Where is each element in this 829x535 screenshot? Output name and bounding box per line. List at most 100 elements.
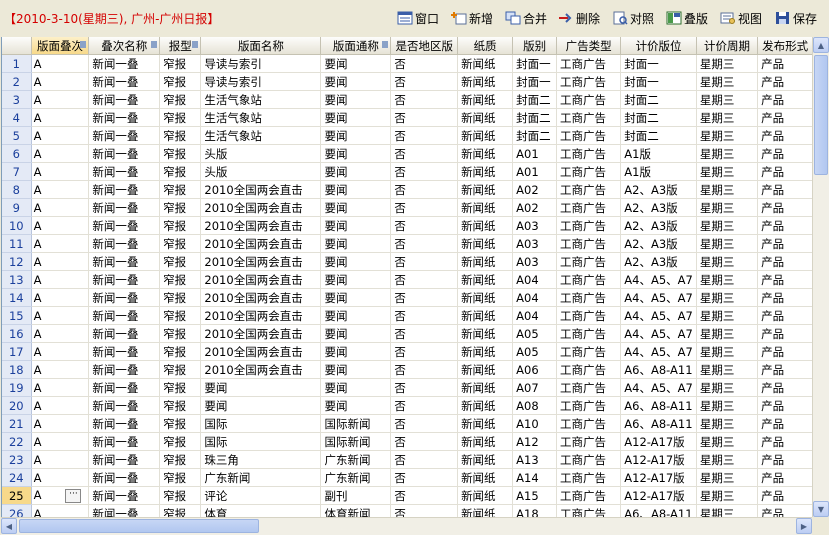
table-cell[interactable]: A: [31, 468, 90, 487]
table-cell[interactable]: 生活气象站: [200, 126, 322, 145]
table-cell[interactable]: 星期三: [696, 396, 759, 415]
table-cell[interactable]: 新闻纸: [457, 378, 514, 397]
table-cell[interactable]: 封面二: [620, 90, 697, 109]
column-header[interactable]: 报型: [159, 37, 202, 55]
table-cell[interactable]: 新闻一叠: [88, 162, 161, 181]
table-cell[interactable]: 2010全国两会直击: [200, 234, 322, 253]
save-button[interactable]: 保存: [775, 9, 817, 27]
table-cell[interactable]: A6、A8-A11: [620, 360, 697, 379]
table-cell[interactable]: 新闻一叠: [88, 90, 161, 109]
table-cell[interactable]: A2、A3版: [620, 216, 697, 235]
table-cell[interactable]: 要闻: [320, 126, 392, 145]
table-cell[interactable]: 2010全国两会直击: [200, 306, 322, 325]
table-cell[interactable]: 产品: [757, 450, 813, 469]
table-cell[interactable]: 星期三: [696, 234, 759, 253]
table-cell[interactable]: A: [31, 360, 90, 379]
table-cell[interactable]: 新闻一叠: [88, 216, 161, 235]
table-cell[interactable]: 新闻纸: [457, 162, 514, 181]
table-cell[interactable]: 2010全国两会直击: [200, 180, 322, 199]
table-cell[interactable]: A: [31, 126, 90, 145]
table-cell[interactable]: 窄报: [159, 378, 202, 397]
row-number[interactable]: 4: [2, 108, 32, 127]
table-cell[interactable]: A2、A3版: [620, 234, 697, 253]
table-cell[interactable]: A04: [512, 270, 558, 289]
table-cell[interactable]: 导读与索引: [200, 72, 322, 91]
table-cell[interactable]: 要闻: [320, 72, 392, 91]
table-cell[interactable]: 星期三: [696, 162, 759, 181]
table-cell[interactable]: 珠三角: [200, 450, 322, 469]
table-cell[interactable]: 封面二: [512, 90, 558, 109]
table-cell[interactable]: 新闻纸: [457, 468, 514, 487]
table-cell[interactable]: 要闻: [200, 396, 322, 415]
table-cell[interactable]: 体育: [200, 504, 322, 517]
row-number[interactable]: 25: [2, 486, 32, 505]
row-number[interactable]: 18: [2, 360, 32, 379]
row-number[interactable]: 24: [2, 468, 32, 487]
row-number[interactable]: 26: [2, 504, 32, 517]
table-cell[interactable]: 否: [390, 450, 459, 469]
table-cell[interactable]: A03: [512, 252, 558, 271]
table-cell[interactable]: 要闻: [320, 144, 392, 163]
table-cell[interactable]: A4、A5、A7: [620, 324, 697, 343]
table-cell[interactable]: A03: [512, 234, 558, 253]
table-cell[interactable]: 要闻: [320, 54, 392, 73]
table-cell[interactable]: 新闻一叠: [88, 396, 161, 415]
table-cell[interactable]: 工商广告: [556, 90, 622, 109]
table-cell[interactable]: 新闻纸: [457, 306, 514, 325]
table-cell[interactable]: A6、A8-A11: [620, 504, 697, 517]
table-cell[interactable]: A08: [512, 396, 558, 415]
table-cell[interactable]: A02: [512, 180, 558, 199]
table-cell[interactable]: 新闻一叠: [88, 324, 161, 343]
table-cell[interactable]: 窄报: [159, 126, 202, 145]
table-cell[interactable]: 工商广告: [556, 180, 622, 199]
table-cell[interactable]: 头版: [200, 144, 322, 163]
table-cell[interactable]: 星期三: [696, 144, 759, 163]
table-cell[interactable]: A: [31, 288, 90, 307]
table-cell[interactable]: A: [31, 108, 90, 127]
table-cell[interactable]: A: [31, 324, 90, 343]
table-cell[interactable]: A04: [512, 306, 558, 325]
table-row[interactable]: 18 A 新闻一叠 窄报 2010全国两会直击 要闻 否 新闻纸 A06 工商广告 A6、A8-A1…: [2, 360, 813, 379]
table-cell[interactable]: 要闻: [320, 270, 392, 289]
table-cell[interactable]: 新闻一叠: [88, 144, 161, 163]
table-cell[interactable]: 否: [390, 162, 459, 181]
table-cell[interactable]: 新闻一叠: [88, 108, 161, 127]
table-cell[interactable]: 产品: [757, 288, 813, 307]
table-cell[interactable]: 产品: [757, 126, 813, 145]
table-cell[interactable]: 新闻纸: [457, 324, 514, 343]
table-cell[interactable]: 产品: [757, 486, 813, 505]
row-number[interactable]: 12: [2, 252, 32, 271]
table-cell[interactable]: 否: [390, 306, 459, 325]
table-cell[interactable]: 窄报: [159, 414, 202, 433]
table-cell[interactable]: 产品: [757, 270, 813, 289]
table-cell[interactable]: 星期三: [696, 486, 759, 505]
table-cell[interactable]: 产品: [757, 324, 813, 343]
table-cell[interactable]: 产品: [757, 306, 813, 325]
table-cell[interactable]: 工商广告: [556, 468, 622, 487]
row-number[interactable]: 22: [2, 432, 32, 451]
table-cell[interactable]: 工商广告: [556, 234, 622, 253]
column-header[interactable]: 版面名称: [200, 37, 322, 55]
table-cell[interactable]: 窄报: [159, 198, 202, 217]
table-row[interactable]: 16 A 新闻一叠 窄报 2010全国两会直击 要闻 否 新闻纸 A05 工商广告 A4、A5、A7…: [2, 324, 813, 343]
table-cell[interactable]: 2010全国两会直击: [200, 270, 322, 289]
scroll-right-button[interactable]: ▶: [796, 518, 812, 534]
column-header[interactable]: 版面叠次: [31, 37, 90, 55]
table-cell[interactable]: 星期三: [696, 126, 759, 145]
table-row[interactable]: 4 A 新闻一叠 窄报 生活气象站 要闻否新闻纸 封面二 工商广告 封面二 星期三 产品: [2, 108, 813, 127]
table-cell[interactable]: A10: [512, 414, 558, 433]
table-cell[interactable]: 星期三: [696, 252, 759, 271]
delete-button[interactable]: 删除: [558, 9, 600, 27]
table-cell[interactable]: 新闻纸: [457, 54, 514, 73]
sort-icon[interactable]: [382, 41, 389, 48]
table-cell[interactable]: 新闻一叠: [88, 432, 161, 451]
table-cell[interactable]: 否: [390, 486, 459, 505]
table-cell[interactable]: 要闻: [320, 108, 392, 127]
table-row[interactable]: 13 A 新闻一叠 窄报 2010全国两会直击 要闻 否 新闻纸 A04 工商广告 A4、A5、A7…: [2, 270, 813, 289]
table-cell[interactable]: 否: [390, 504, 459, 517]
table-cell[interactable]: 产品: [757, 180, 813, 199]
table-cell[interactable]: 窄报: [159, 234, 202, 253]
table-cell[interactable]: 窄报: [159, 252, 202, 271]
table-cell[interactable]: A01: [512, 162, 558, 181]
table-cell[interactable]: A: [31, 72, 90, 91]
